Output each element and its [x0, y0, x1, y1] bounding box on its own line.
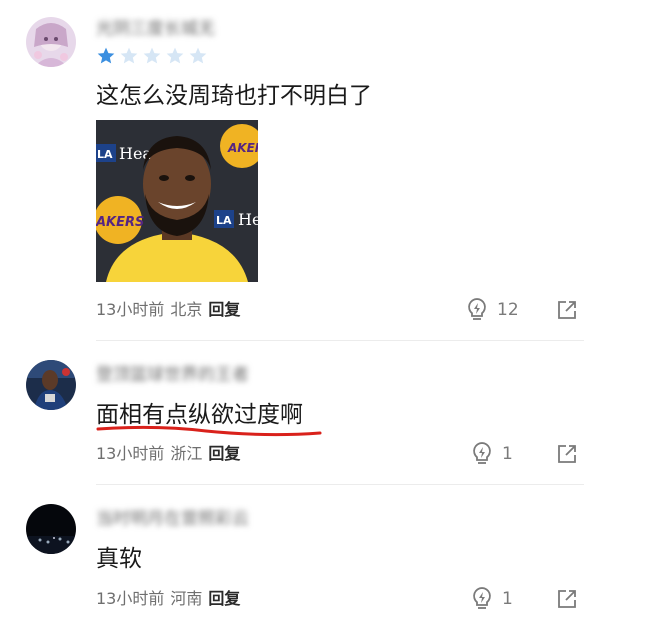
- star-empty-icon: [166, 47, 184, 64]
- star-empty-icon: [120, 47, 138, 64]
- timestamp: 13小时前: [96, 300, 165, 319]
- like-button[interactable]: 1: [470, 585, 513, 613]
- star-filled-icon: [97, 47, 115, 64]
- location: 河南: [170, 589, 203, 608]
- timestamp: 13小时前: [96, 589, 165, 608]
- reply-button[interactable]: 回复: [208, 444, 240, 463]
- lightbulb-bolt-icon: [473, 587, 491, 609]
- lakers-logo-text: AKERS: [96, 215, 144, 230]
- location: 北京: [170, 300, 203, 319]
- reply-button[interactable]: 回复: [208, 589, 240, 608]
- sponsor-la-text: LA: [216, 214, 232, 227]
- comment-meta: 13小时前 河南 回复: [96, 589, 240, 609]
- star-empty-icon: [189, 47, 207, 64]
- divider: [96, 340, 584, 341]
- comment-item-1: 光阴三度长城无 这怎么没周琦也打不明白了 AKER AKERS LA Healt…: [0, 0, 660, 341]
- star-rating: [96, 46, 208, 68]
- reply-button[interactable]: 回复: [208, 300, 240, 319]
- location: 浙江: [170, 444, 203, 463]
- username[interactable]: 登顶篮球世界的王者: [96, 364, 249, 386]
- share-arrow-icon[interactable]: [555, 587, 579, 611]
- comment-text: 这怎么没周琦也打不明白了: [96, 83, 372, 109]
- like-count: 1: [502, 444, 513, 464]
- like-count: 12: [497, 300, 519, 320]
- avatar[interactable]: [26, 17, 76, 67]
- lakers-logo-text: AKER: [227, 141, 258, 155]
- red-underline-annotation: [96, 425, 322, 437]
- avatar[interactable]: [26, 504, 76, 554]
- timestamp: 13小时前: [96, 444, 165, 463]
- sponsor-la-text: LA: [97, 148, 113, 161]
- like-button[interactable]: 1: [470, 440, 513, 468]
- comment-item-3: 当时明月在曾照彩云 真软 13小时前 河南 回复 1: [0, 0, 660, 609]
- comment-meta: 13小时前 浙江 回复: [96, 444, 240, 464]
- username[interactable]: 光阴三度长城无: [96, 18, 215, 40]
- username[interactable]: 当时明月在曾照彩云: [96, 508, 249, 530]
- star-empty-icon: [143, 47, 161, 64]
- comment-image[interactable]: AKER AKERS LA Healt LA He: [96, 120, 258, 282]
- divider: [96, 484, 584, 485]
- avatar[interactable]: [26, 360, 76, 410]
- comment-text: 真软: [96, 546, 142, 572]
- like-button[interactable]: 12: [465, 296, 519, 324]
- comment-meta: 13小时前 北京 回复: [96, 300, 240, 320]
- share-arrow-icon[interactable]: [555, 298, 579, 322]
- lightbulb-bolt-icon: [473, 442, 491, 464]
- like-count: 1: [502, 589, 513, 609]
- share-arrow-icon[interactable]: [555, 442, 579, 466]
- sponsor-text: He: [238, 210, 258, 229]
- lightbulb-bolt-icon: [468, 298, 486, 320]
